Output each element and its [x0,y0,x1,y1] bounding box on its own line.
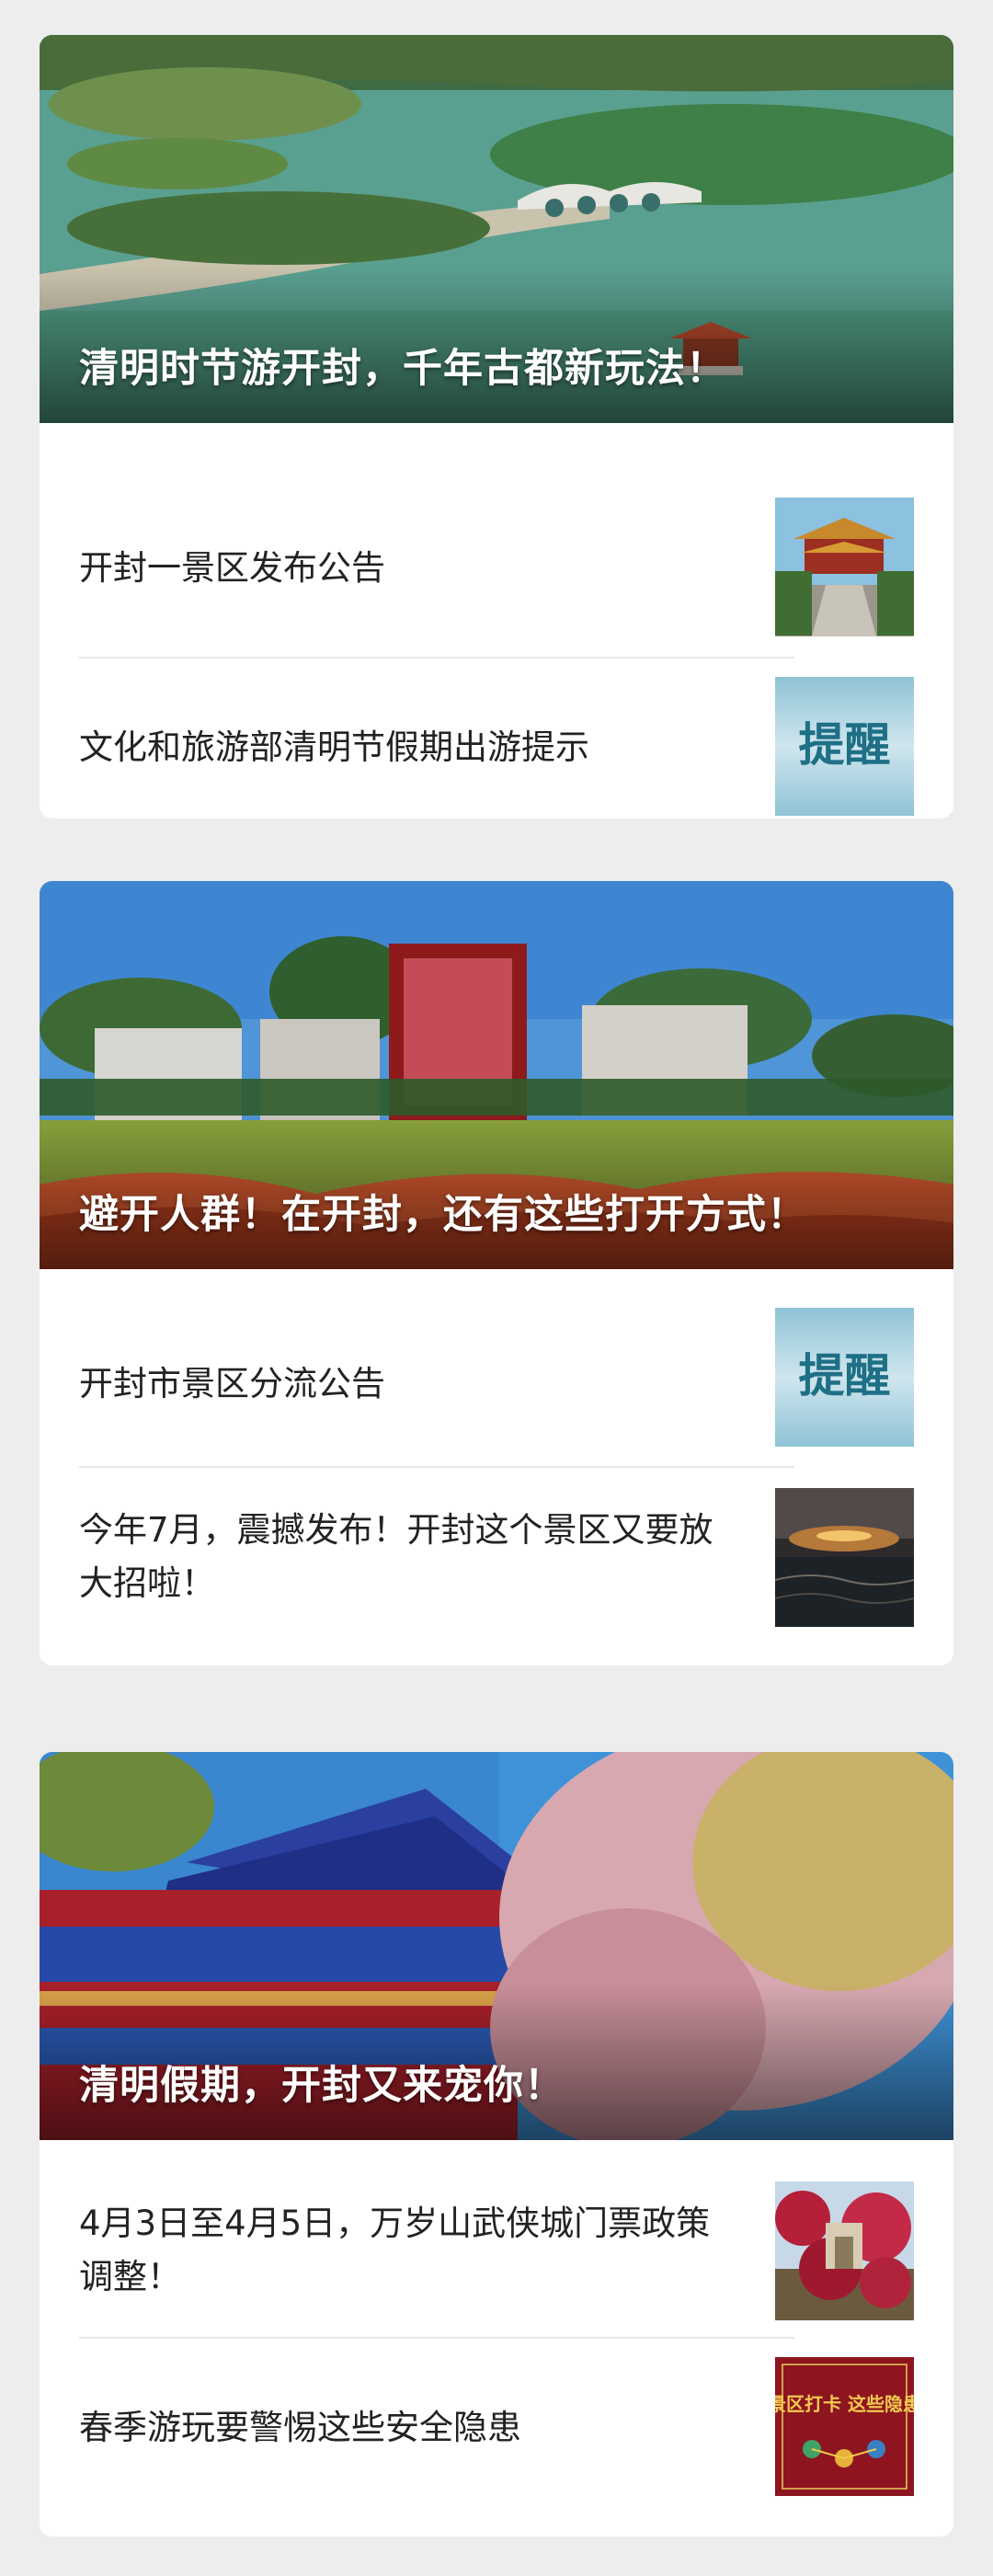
hero-title: 清明假期，开封又来宠你！ [79,2063,565,2109]
reminder-badge-thumbnail: 提醒 [775,677,914,816]
blossom-photo-thumbnail [775,2181,914,2320]
item-title: 4月3日至4月5日，万岁山武侠城门票政策调整！ [79,2203,711,2296]
pavilion-photo-thumbnail [775,498,914,636]
list-item[interactable]: 开封一景区发布公告 [79,479,914,657]
reminder-badge-thumbnail: 提醒 [775,1308,914,1447]
article-card: 避开人群！在开封，还有这些打开方式！ 开封市景区分流公告 提醒 今年7月，震撼发… [40,881,953,1666]
poster-text: 景区打卡 这些隐患 [775,2393,914,2415]
hero-banner[interactable]: 清明时节游开封，千年古都新玩法！ [40,35,953,423]
item-title: 文化和旅游部清明节假期出游提示 [79,727,589,767]
list-item[interactable]: 今年7月，震撼发布！开封这个景区又要放大招啦！ [79,1468,914,1645]
safety-poster-thumbnail: 景区打卡 这些隐患 [775,2357,914,2496]
hero-title: 避开人群！在开封，还有这些打开方式！ [79,1192,807,1238]
item-title: 今年7月，震撼发布！开封这个景区又要放大招啦！ [79,1509,713,1603]
item-title: 开封市景区分流公告 [79,1363,385,1403]
article-card: 清明假期，开封又来宠你！ 4月3日至4月5日，万岁山武侠城门票政策调整！ 春季游… [40,1752,953,2536]
list-item[interactable]: 4月3日至4月5日，万岁山武侠城门票政策调整！ [79,2161,914,2339]
item-title: 春季游玩要警惕这些安全隐患 [79,2407,521,2447]
hero-title: 清明时节游开封，千年古都新玩法！ [79,346,726,392]
hero-banner[interactable]: 清明假期，开封又来宠你！ [40,1752,953,2140]
list-item[interactable]: 春季游玩要警惕这些安全隐患 景区打卡 这些隐患 [79,2339,914,2516]
night-lake-photo-thumbnail [775,1488,914,1627]
article-card: 清明时节游开封，千年古都新玩法！ 开封一景区发布公告 文化和旅游部清明节假期出游… [40,35,953,819]
list-item[interactable]: 文化和旅游部清明节假期出游提示 提醒 [79,658,914,819]
hero-banner[interactable]: 避开人群！在开封，还有这些打开方式！ [40,881,953,1269]
reminder-text: 提醒 [799,1348,891,1402]
reminder-text: 提醒 [799,717,891,772]
item-title: 开封一景区发布公告 [79,547,385,588]
list-item[interactable]: 开封市景区分流公告 提醒 [79,1295,914,1472]
